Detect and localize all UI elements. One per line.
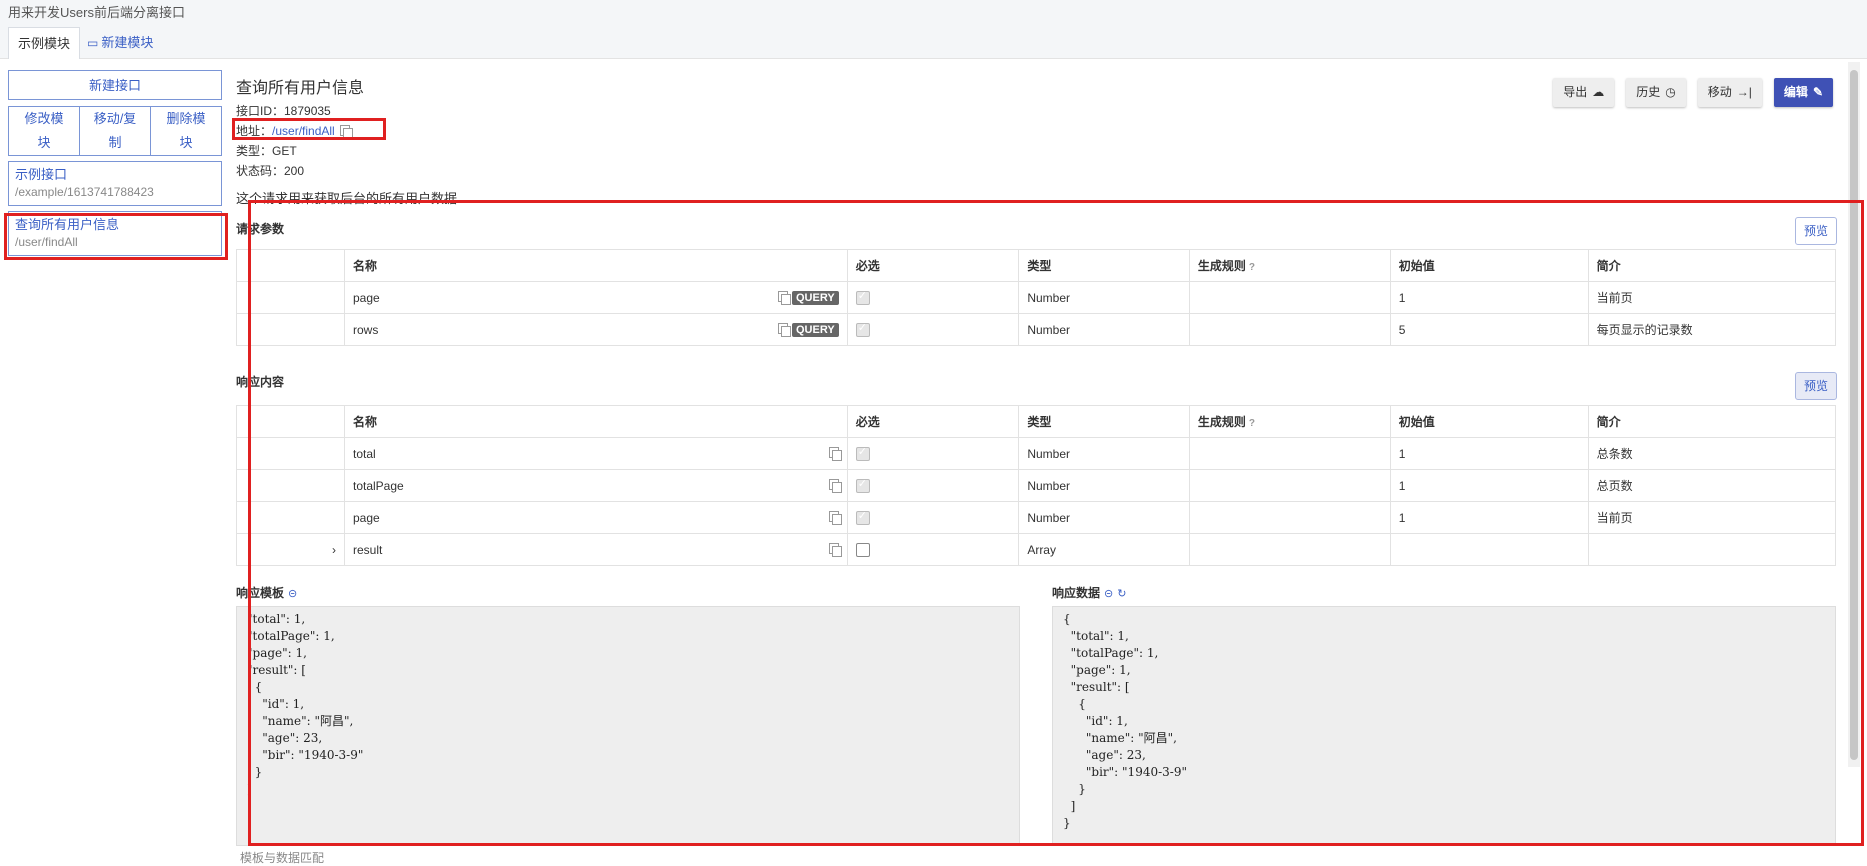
api-type: 类型：GET: [236, 144, 297, 158]
history-icon: ◷: [1665, 85, 1676, 99]
tab-new-module[interactable]: ▭ 新建模块: [78, 27, 162, 58]
repo-description: 用来开发Users前后端分离接口: [8, 5, 185, 20]
export-label: 导出: [1563, 85, 1588, 99]
delete-module-button[interactable]: 删除模块: [151, 107, 221, 155]
move-button[interactable]: 移动 →|: [1697, 78, 1762, 107]
cloud-download-icon: ☁: [1592, 85, 1605, 99]
sidebar-item-title: 示例接口: [15, 167, 68, 182]
api-id: 接口ID：1879035: [236, 104, 331, 118]
sidebar-item-example[interactable]: 示例接口 /example/1613741788423: [8, 161, 222, 206]
new-api-button[interactable]: 新建接口: [8, 70, 222, 100]
action-bar: 导出 ☁ 历史 ◷ 移动 →| 编辑 ✎: [1553, 78, 1833, 107]
edit-module-button[interactable]: 修改模块: [9, 107, 80, 155]
module-actions: 修改模块 移动/复制 删除模块: [8, 106, 222, 156]
top-bar: 用来开发Users前后端分离接口 示例模块 ▭ 新建模块: [0, 0, 1867, 59]
pencil-icon: ✎: [1812, 85, 1823, 99]
edit-button[interactable]: 编辑 ✎: [1773, 78, 1833, 107]
template-match-text: 模板与数据匹配: [240, 851, 325, 865]
move-copy-button[interactable]: 移动/复制: [80, 107, 151, 155]
history-button[interactable]: 历史 ◷: [1626, 78, 1686, 107]
move-label: 移动: [1707, 85, 1732, 99]
api-status: 状态码：200: [236, 164, 305, 178]
tab-example-module[interactable]: 示例模块: [8, 27, 81, 59]
tab-new-module-label: 新建模块: [101, 35, 154, 50]
sidebar-item-path: /example/1613741788423: [15, 185, 154, 199]
export-button[interactable]: 导出 ☁: [1553, 78, 1615, 107]
move-arrow-icon: →|: [1736, 85, 1752, 99]
highlight-address-box: [232, 118, 386, 140]
api-title: 查询所有用户信息: [236, 80, 365, 97]
history-label: 历史: [1636, 85, 1661, 99]
edit-label: 编辑: [1783, 85, 1808, 99]
highlight-sidebar-item-box: [4, 213, 228, 260]
highlight-content-box: [248, 200, 1864, 846]
box-icon: ▭: [87, 36, 99, 50]
